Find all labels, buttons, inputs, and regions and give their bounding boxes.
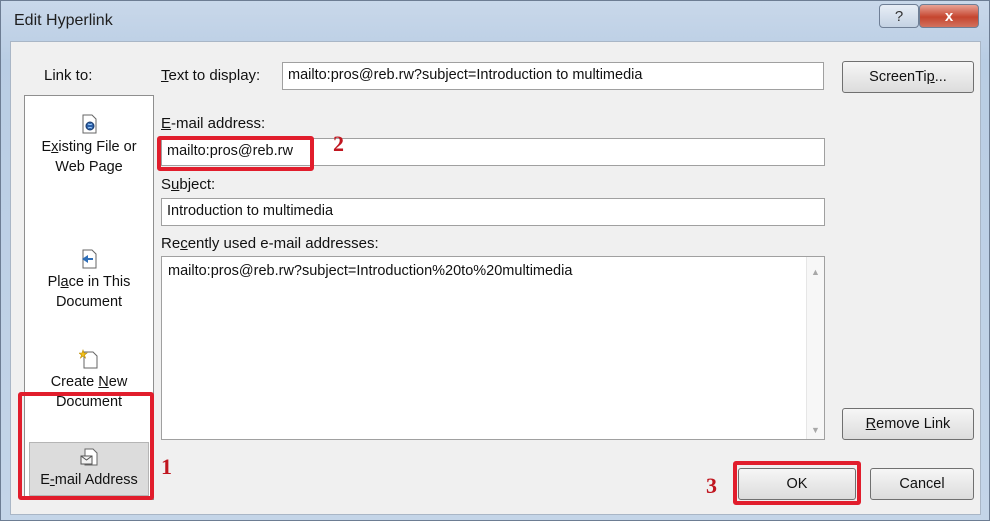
recent-addresses-label: Recently used e-mail addresses:	[161, 235, 379, 252]
annotation-box-email-address	[18, 392, 154, 500]
annotation-box-email-field	[157, 136, 314, 171]
place-in-document-icon	[82, 249, 97, 269]
title-bar: Edit Hyperlink ? x	[1, 1, 989, 41]
list-item[interactable]: mailto:pros@reb.rw?subject=Introduction%…	[168, 263, 572, 279]
scroll-down-arrow-icon[interactable]: ▼	[811, 425, 820, 435]
close-icon: x	[944, 7, 954, 25]
close-button[interactable]: x	[919, 4, 979, 28]
scroll-up-arrow-icon[interactable]: ▲	[811, 267, 820, 277]
subject-label: Subject:	[161, 176, 216, 193]
sidebar-item-existing-file[interactable]: Existing File or Web Page	[29, 114, 149, 177]
edit-hyperlink-dialog: Edit Hyperlink ? x Link to: Existing Fil…	[0, 0, 990, 521]
screentip-button[interactable]: ScreenTi p...	[842, 61, 974, 93]
recent-addresses-list[interactable]: mailto:pros@reb.rw?subject=Introduction%…	[161, 256, 825, 440]
text-to-display-label: Text to display:	[161, 67, 261, 84]
remove-link-button[interactable]: Remove Link	[842, 408, 974, 440]
subject-input[interactable]: Introduction to multimedia	[161, 198, 825, 226]
cancel-button[interactable]: Cancel	[870, 468, 974, 500]
new-document-icon	[79, 349, 98, 369]
link-to-label: Link to:	[44, 67, 93, 84]
annotation-number-2: 2	[333, 131, 344, 156]
dialog-title: Edit Hyperlink	[14, 12, 113, 29]
text-to-display-input[interactable]: mailto:pros@reb.rw?subject=Introduction …	[282, 62, 824, 90]
dialog-body: Link to: Existing File or Web Page Place…	[10, 41, 981, 515]
list-scrollbar[interactable]: ▲ ▼	[806, 257, 824, 439]
help-icon: ?	[894, 7, 904, 25]
annotation-box-ok-button	[733, 461, 861, 505]
annotation-number-3: 3	[706, 473, 717, 498]
help-button[interactable]: ?	[879, 4, 919, 28]
email-address-label: E-mail address:	[161, 115, 266, 132]
annotation-number-1: 1	[161, 454, 172, 479]
sidebar-item-place-in-document[interactable]: Place in This Document	[29, 249, 149, 312]
existing-file-icon	[82, 114, 97, 134]
